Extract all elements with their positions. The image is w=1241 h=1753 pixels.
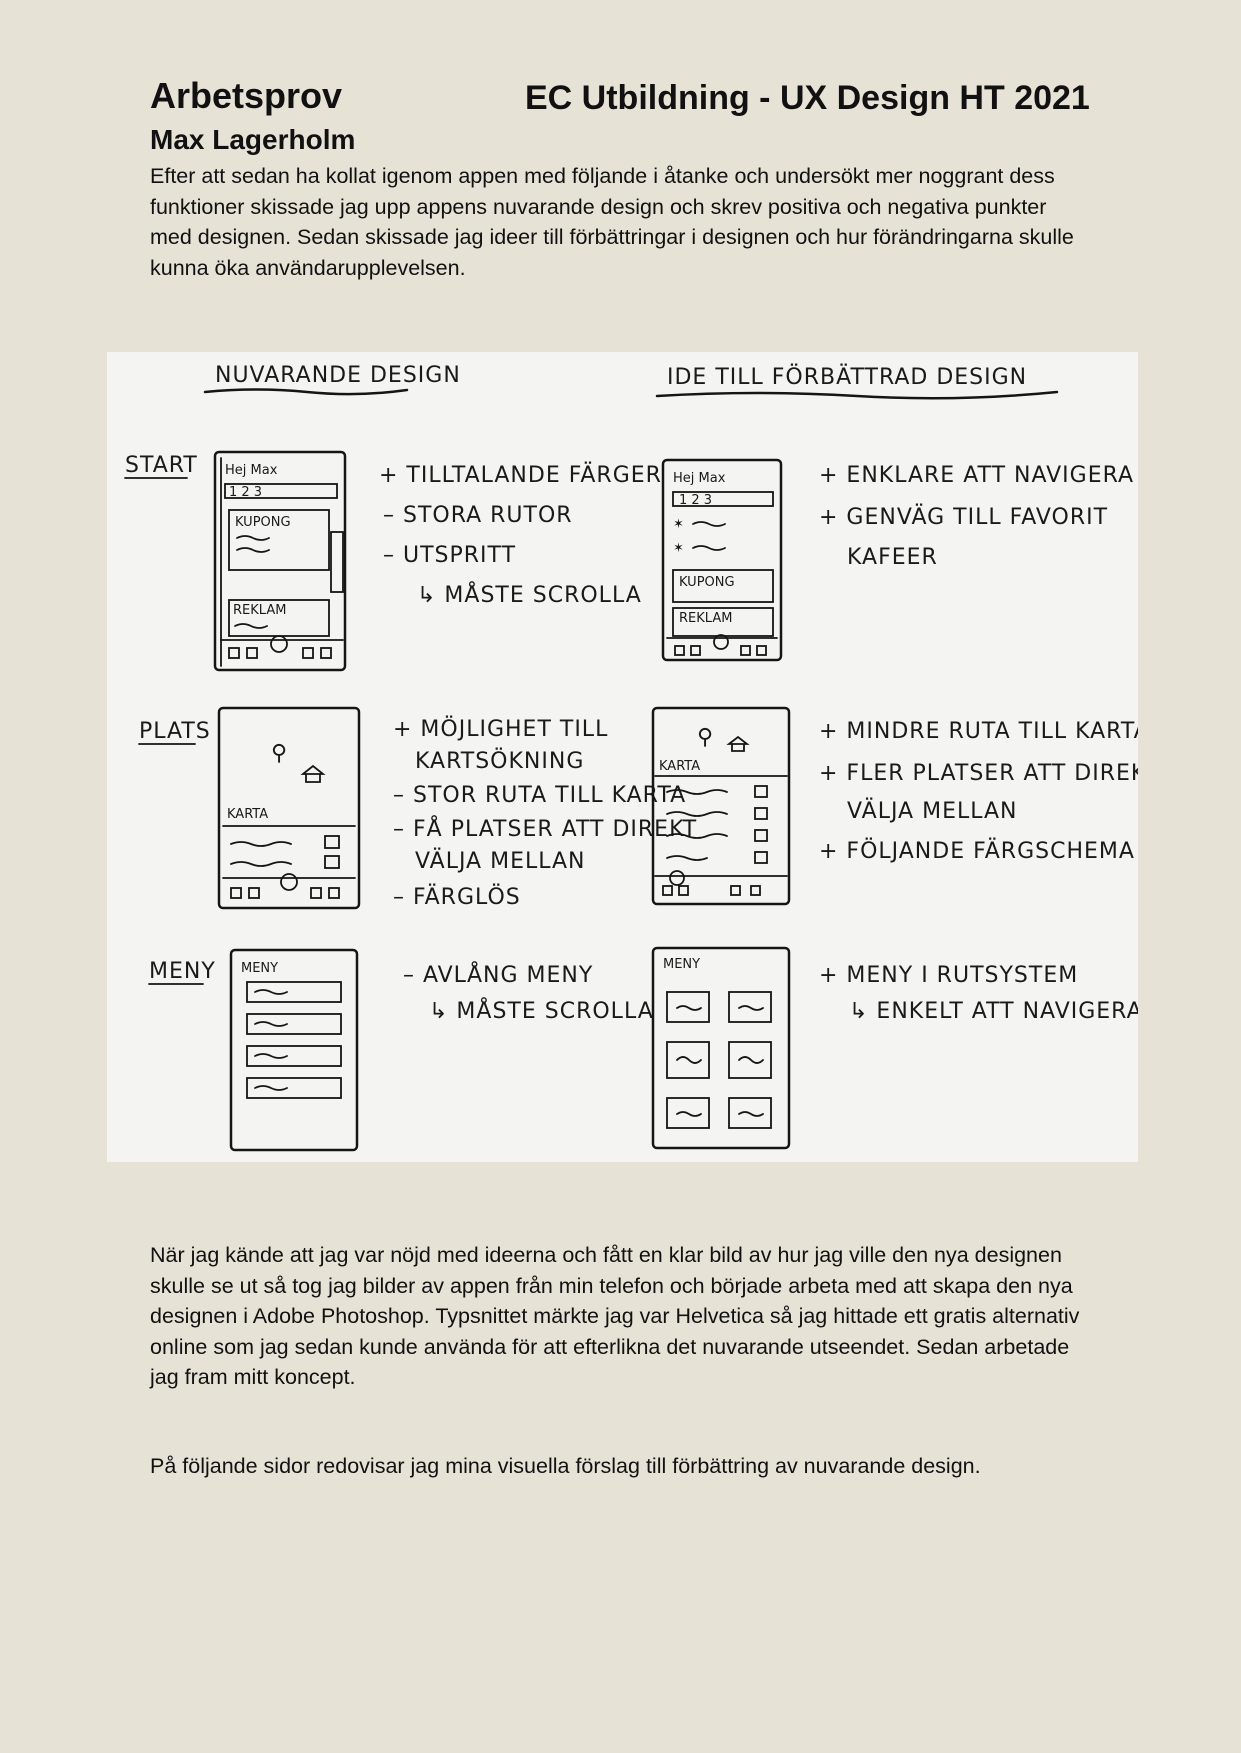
svg-text:1 2 3: 1 2 3 xyxy=(229,485,262,500)
row-label-meny: MENY xyxy=(149,959,216,984)
svg-text:+ MENY I RUTSYSTEM: + MENY I RUTSYSTEM xyxy=(819,963,1078,988)
svg-text:– UTSPRITT: – UTSPRITT xyxy=(383,543,516,568)
svg-text:KARTA: KARTA xyxy=(227,807,268,822)
row-label-start: START xyxy=(125,453,198,478)
svg-text:↳ MÅSTE SCROLLA: ↳ MÅSTE SCROLLA xyxy=(417,581,642,608)
svg-text:+ GENVÄG TILL FAVORIT: + GENVÄG TILL FAVORIT xyxy=(819,504,1108,530)
phone-sketch-meny-improved: MENY xyxy=(651,946,791,1150)
svg-text:⚲: ⚲ xyxy=(271,741,288,766)
svg-text:+ MINDRE RUTA TILL KARTA: + MINDRE RUTA TILL KARTA xyxy=(819,719,1138,744)
svg-text:VÄLJA MELLAN: VÄLJA MELLAN xyxy=(847,798,1018,824)
heading-underline xyxy=(655,390,1059,400)
phone-sketch-start-improved: Hej Max 1 2 3 ✶ ✶ KUPONG REKLAM xyxy=(661,458,783,662)
svg-text:+ ENKLARE ATT NAVIGERA: + ENKLARE ATT NAVIGERA xyxy=(819,463,1134,488)
svg-text:KARTSÖKNING: KARTSÖKNING xyxy=(415,748,584,774)
svg-text:Hej Max: Hej Max xyxy=(225,463,278,478)
svg-text:↳ MÅSTE SCROLLA: ↳ MÅSTE SCROLLA xyxy=(429,997,654,1024)
svg-text:– FÄRGLÖS: – FÄRGLÖS xyxy=(393,884,521,910)
author-name: Max Lagerholm xyxy=(150,124,356,155)
col-current-heading: NUVARANDE DESIGN xyxy=(215,363,461,388)
notes-plats-current: + MÖJLIGHET TILL KARTSÖKNING – STOR RUTA… xyxy=(393,716,697,910)
svg-text:REKLAM: REKLAM xyxy=(233,603,286,618)
svg-text:+ FLER PLATSER ATT DIREKT: + FLER PLATSER ATT DIREKT xyxy=(819,761,1138,786)
svg-text:KAFEER: KAFEER xyxy=(847,545,938,570)
svg-text:Hej Max: Hej Max xyxy=(673,471,726,486)
col-improved-heading: IDE TILL FÖRBÄTTRAD DESIGN xyxy=(667,364,1027,390)
closing-paragraph: På följande sidor redovisar jag mina vis… xyxy=(150,1454,981,1478)
sketch-drawing: NUVARANDE DESIGN IDE TILL FÖRBÄTTRAD DES… xyxy=(124,363,1138,1152)
svg-text:– FÅ PLATSER ATT DIREKT: – FÅ PLATSER ATT DIREKT xyxy=(393,815,697,842)
svg-text:✶: ✶ xyxy=(673,541,684,556)
phone-sketch-plats-current: ⚲ KARTA xyxy=(217,706,361,910)
notes-meny-current: – AVLÅNG MENY ↳ MÅSTE SCROLLA xyxy=(403,961,654,1024)
wireframe-sketch: NUVARANDE DESIGN IDE TILL FÖRBÄTTRAD DES… xyxy=(107,352,1138,1162)
svg-text:↳ ENKELT ATT NAVIGERA: ↳ ENKELT ATT NAVIGERA xyxy=(849,999,1138,1024)
svg-text:+ MÖJLIGHET TILL: + MÖJLIGHET TILL xyxy=(393,716,608,742)
course-title: EC Utbildning - UX Design HT 2021 xyxy=(525,79,1090,117)
svg-text:1 2 3: 1 2 3 xyxy=(679,493,712,508)
svg-text:MENY: MENY xyxy=(663,957,700,972)
heading-underline xyxy=(203,388,409,396)
svg-text:REKLAM: REKLAM xyxy=(679,611,732,626)
phone-sketch-meny-current: MENY xyxy=(229,948,359,1152)
notes-start-current: + TILLTALANDE FÄRGER – STORA RUTOR – UTS… xyxy=(379,462,662,608)
svg-text:KUPONG: KUPONG xyxy=(235,515,291,530)
notes-meny-improved: + MENY I RUTSYSTEM ↳ ENKELT ATT NAVIGERA xyxy=(819,963,1138,1024)
document-title: Arbetsprov xyxy=(150,75,343,116)
svg-text:⚲: ⚲ xyxy=(697,725,714,750)
svg-text:– AVLÅNG MENY: – AVLÅNG MENY xyxy=(403,961,593,988)
phone-sketch-start-current: Hej Max 1 2 3 KUPONG REKLAM xyxy=(213,450,347,672)
svg-text:– STORA RUTOR: – STORA RUTOR xyxy=(383,503,573,528)
svg-text:+ FÖLJANDE FÄRGSCHEMA: + FÖLJANDE FÄRGSCHEMA xyxy=(819,838,1135,864)
svg-text:MENY: MENY xyxy=(241,961,278,976)
notes-start-improved: + ENKLARE ATT NAVIGERA + GENVÄG TILL FAV… xyxy=(819,463,1134,570)
svg-text:VÄLJA MELLAN: VÄLJA MELLAN xyxy=(415,848,586,874)
svg-text:KUPONG: KUPONG xyxy=(679,575,735,590)
notes-plats-improved: + MINDRE RUTA TILL KARTA + FLER PLATSER … xyxy=(819,719,1138,864)
svg-text:KARTA: KARTA xyxy=(659,759,700,774)
intro-paragraph: Efter att sedan ha kollat igenom appen m… xyxy=(150,164,1074,280)
svg-text:– STOR RUTA TILL KARTA: – STOR RUTA TILL KARTA xyxy=(393,783,686,808)
row-label-plats: PLATS xyxy=(139,719,211,744)
svg-text:+ TILLTALANDE FÄRGER: + TILLTALANDE FÄRGER xyxy=(379,462,662,488)
body-paragraph: När jag kände att jag var nöjd med ideer… xyxy=(150,1243,1080,1389)
svg-text:✶: ✶ xyxy=(673,517,684,532)
